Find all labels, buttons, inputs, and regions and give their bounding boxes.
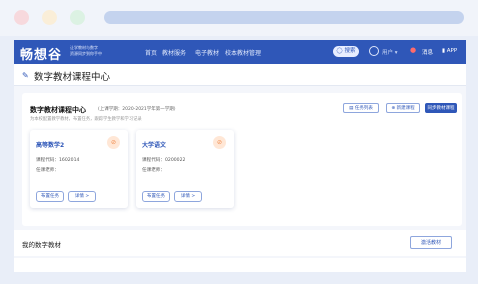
app-label: APP [447,48,457,54]
course-card-2[interactable]: 大学语文 ⊘ 课程代码：0200022 任课老师： 布置任务 详情 > [136,130,234,208]
address-bar[interactable] [104,11,464,24]
link-icon[interactable]: ⊘ [107,136,120,149]
course-center-card: 数字教材课程中心 (上课学期：2020-2021学年第一学期) 为本校配置教学教… [22,93,462,226]
course-detail-button[interactable]: 详情 > [68,191,96,202]
page-title: 数字教材课程中心 [34,69,110,83]
course-code-row: 课程代码：0200022 [142,157,185,163]
course-teacher-row: 任课老师： [142,167,165,173]
avatar[interactable] [369,46,379,56]
course-teacher-label: 任课老师： [142,168,165,173]
user-menu[interactable]: 用户 ▾ [382,48,398,56]
course-center-title: 数字教材课程中心 [30,105,86,115]
close-window-dot[interactable] [14,10,29,25]
my-materials-section: 我的数字教材 激活教材 [14,230,466,256]
new-course-button[interactable]: ⊕ 新建课程 [386,103,420,113]
slogan-line-2: 资源同步到你手中 [70,51,130,57]
app-download-link[interactable]: ▮ APP [442,48,457,54]
course-name[interactable]: 大学语文 [142,140,166,149]
course-code-value: 0200022 [165,158,185,163]
nav-item-home[interactable]: 首页 [145,48,157,57]
brand-logo[interactable]: 畅想谷 [20,44,62,63]
link-icon[interactable]: ⊘ [213,136,226,149]
course-detail-button[interactable]: 详情 > [174,191,202,202]
materials-list-area [14,258,466,272]
course-teacher-row: 任课老师： [36,167,59,173]
assign-task-button[interactable]: 布置任务 [142,191,170,202]
pen-icon: ✎ [22,71,29,80]
course-center-hint: 为本校配置教学教材，布置任务，跟踪学生教学和学习记录 [30,116,142,122]
sync-course-button[interactable]: 同步教材课程 [425,103,457,113]
brand-slogan: 让学教材与数字 资源同步到你手中 [70,45,130,57]
search-button[interactable]: ◯ 搜索 [333,46,359,57]
page-title-bar: ✎ 数字教材课程中心 [14,64,466,86]
assign-task-button[interactable]: 布置任务 [36,191,64,202]
task-list-label: 任务列表 [355,106,373,111]
task-list-button[interactable]: ▤ 任务列表 [343,103,379,113]
my-materials-title: 我的数字教材 [22,239,61,249]
course-center-term: (上课学期：2020-2021学年第一学期) [98,106,176,112]
browser-chrome [0,0,478,36]
course-teacher-label: 任课老师： [36,168,59,173]
top-navigation-bar: 畅想谷 让学教材与数字 资源同步到你手中 首页 教材服务 电子教材 校本教材管理… [14,40,466,64]
course-code-value: 1602014 [59,158,79,163]
minimize-window-dot[interactable] [42,10,57,25]
course-card-1[interactable]: 高等数学2 ⊘ 课程代码：1602014 任课老师： 布置任务 详情 > [30,130,128,208]
maximize-window-dot[interactable] [70,10,85,25]
course-code-label: 课程代码： [36,158,59,163]
app-window: 畅想谷 让学教材与数字 资源同步到你手中 首页 教材服务 电子教材 校本教材管理… [14,40,466,272]
course-name[interactable]: 高等数学2 [36,140,64,149]
nav-item-school-textbook[interactable]: 校本教材管理 [225,48,261,57]
course-code-row: 课程代码：1602014 [36,157,79,163]
notification-icon[interactable]: ● [410,46,416,54]
nav-item-ebook[interactable]: 电子教材 [195,48,219,57]
nav-item-textbook-service[interactable]: 教材服务 [162,48,186,57]
activate-material-button[interactable]: 激活教材 [410,236,452,249]
messages-link[interactable]: 消息 [422,48,433,56]
course-code-label: 课程代码： [142,158,165,163]
